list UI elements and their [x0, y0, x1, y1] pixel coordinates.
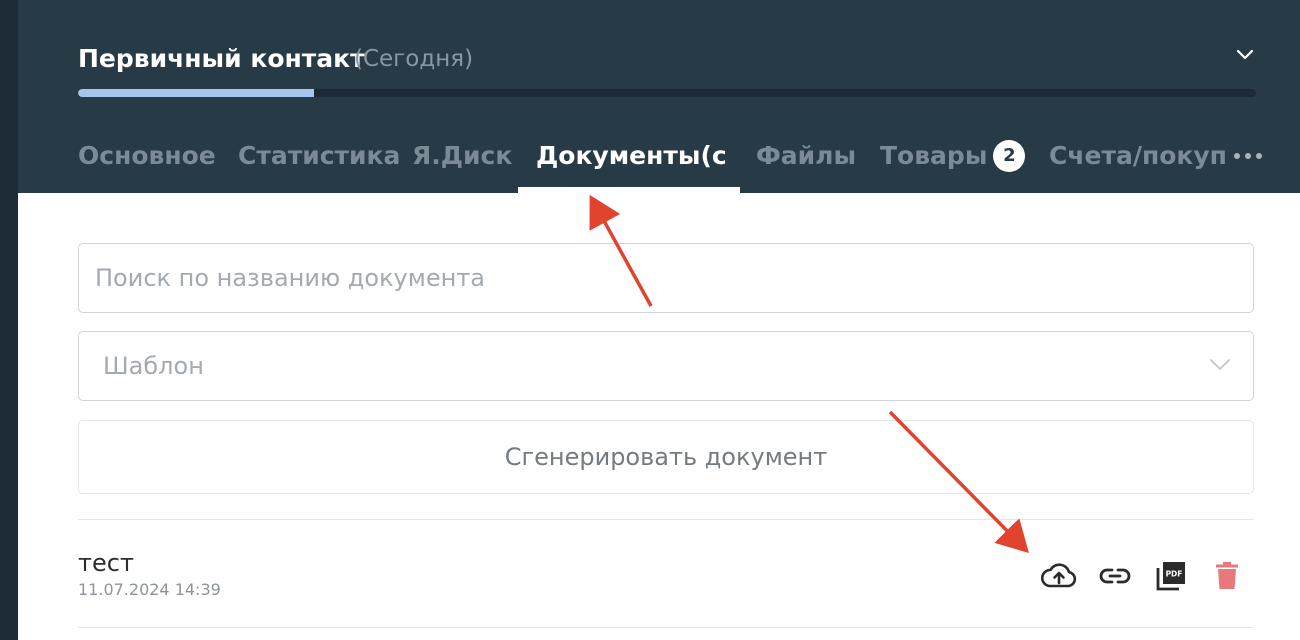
link-icon: [1099, 568, 1131, 584]
chevron-down-icon: [1210, 359, 1230, 370]
left-sidebar-strip: [0, 0, 18, 640]
tab-documents-text: Документы(сч: [536, 141, 726, 170]
tab-main[interactable]: Основное: [78, 132, 216, 193]
trash-icon: [1216, 562, 1238, 589]
generate-document-button[interactable]: Сгенерировать документ: [78, 420, 1254, 494]
tab-documents[interactable]: Документы(сч: [536, 132, 742, 193]
document-search-input[interactable]: [78, 243, 1254, 313]
tab-products-label: Товары: [880, 141, 988, 170]
template-select[interactable]: Шаблон: [78, 331, 1254, 401]
svg-text:PDF: PDF: [1166, 570, 1183, 579]
delete-document-button[interactable]: [1208, 558, 1246, 594]
collapse-button[interactable]: [1230, 42, 1260, 68]
tab-products[interactable]: Товары 2: [880, 132, 1026, 193]
tab-documents-label: Документы(сч: [536, 132, 726, 193]
stage-progress-fill: [78, 89, 314, 97]
active-tab-indicator: [518, 187, 740, 193]
stage-title: Первичный контакт: [78, 44, 365, 73]
more-tabs-button[interactable]: [1228, 142, 1268, 170]
list-divider-bottom: [78, 627, 1254, 628]
tab-invoices[interactable]: Счета/покуп: [1049, 132, 1226, 193]
document-name: тест: [78, 549, 134, 577]
more-horizontal-icon: [1234, 153, 1262, 159]
tab-bar: Основное Статистика Я.Диск Документы(сч …: [78, 132, 1226, 193]
document-date: 11.07.2024 14:39: [78, 580, 221, 599]
tab-yandex-disk[interactable]: Я.Диск: [412, 132, 512, 193]
cloud-upload-icon: [1041, 563, 1077, 588]
download-pdf-button[interactable]: PDF: [1152, 558, 1190, 594]
card-header: Первичный контакт (Сегодня) Основное Ста…: [18, 0, 1300, 193]
tab-files[interactable]: Файлы: [756, 132, 856, 193]
upload-button[interactable]: [1040, 558, 1078, 594]
template-select-placeholder: Шаблон: [103, 352, 204, 380]
stage-progress-bar: [78, 89, 1256, 97]
chevron-down-icon: [1236, 49, 1254, 60]
tab-statistics[interactable]: Статистика: [238, 132, 400, 193]
list-divider-top: [78, 519, 1254, 520]
tab-products-count-badge: 2: [993, 140, 1026, 172]
stage-date-label: (Сегодня): [354, 46, 474, 72]
copy-link-button[interactable]: [1096, 558, 1134, 594]
pdf-icon: PDF: [1156, 562, 1185, 591]
